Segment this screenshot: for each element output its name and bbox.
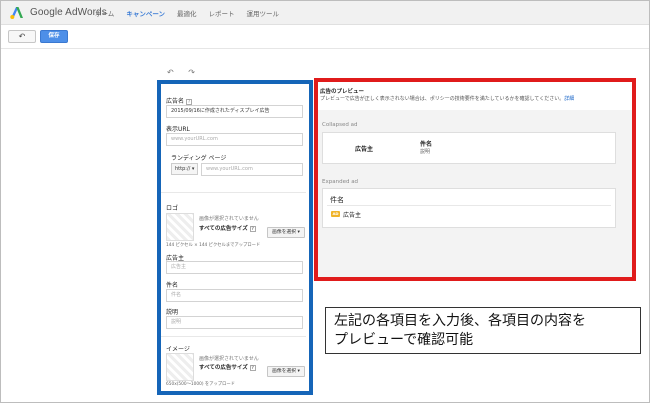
nav-item-tools[interactable]: 運用ツール (247, 8, 280, 18)
nav-item-home[interactable]: ホーム (95, 8, 114, 18)
save-button[interactable]: 保存 (40, 30, 68, 43)
nav-item-campaigns[interactable]: キャンペーン (126, 8, 165, 18)
nav-item-optimize[interactable]: 最適化 (177, 8, 197, 18)
nav-item-reports[interactable]: レポート (209, 8, 235, 18)
adwords-logo[interactable]: Google AdWords (9, 4, 107, 20)
callout-line-1: 左記の各項目を入力後、各項目の内容を (334, 313, 586, 329)
undo-redo-icons[interactable]: ↶ ↷ (167, 68, 201, 77)
callout-line-2: プレビューで確認可能 (334, 332, 474, 348)
preview-highlight-box (314, 78, 636, 281)
back-button[interactable]: ↶ (8, 30, 36, 43)
form-highlight-box (157, 80, 313, 395)
annotation-callout: 左記の各項目を入力後、各項目の内容を プレビューで確認可能 (325, 307, 641, 354)
toolbar-divider (1, 48, 649, 49)
adwords-logo-icon (9, 4, 25, 20)
main-nav: ホーム キャンペーン 最適化 レポート 運用ツール (95, 8, 291, 18)
top-navigation-bar: Google AdWords ホーム キャンペーン 最適化 レポート 運用ツール (1, 1, 649, 25)
